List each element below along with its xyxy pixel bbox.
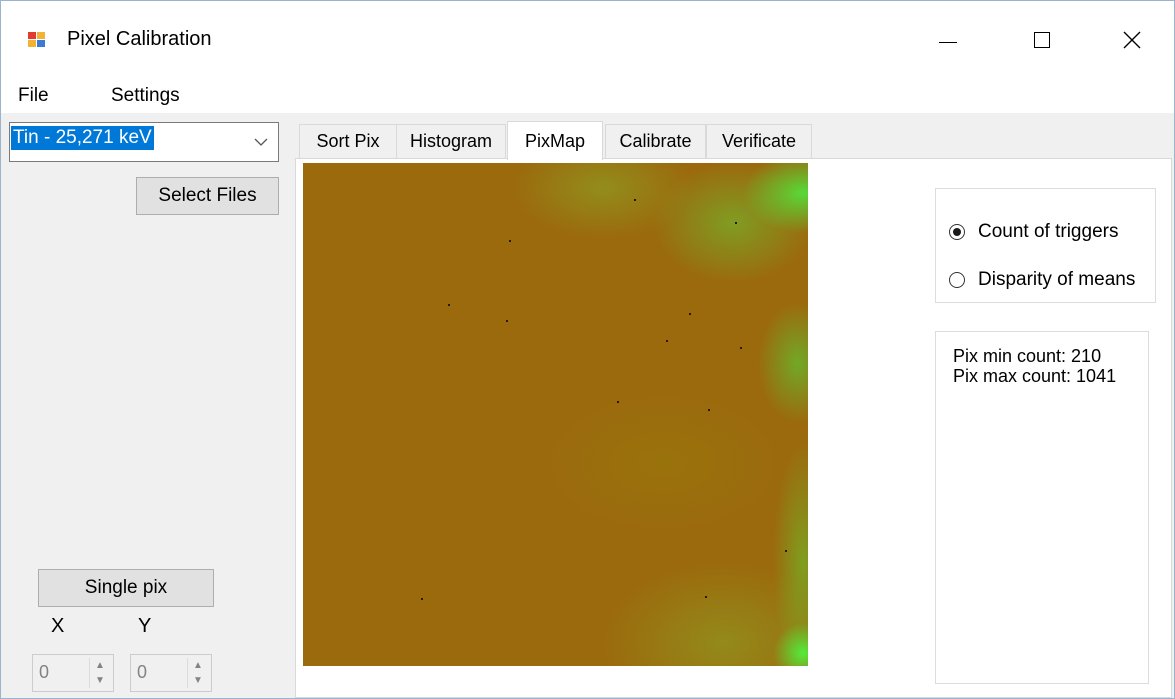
dead-pixel bbox=[421, 598, 423, 600]
minimize-icon bbox=[939, 41, 957, 43]
menu-settings[interactable]: Settings bbox=[111, 85, 180, 107]
down-arrow-icon[interactable]: ▼ bbox=[188, 673, 208, 688]
radio-selected-icon bbox=[949, 224, 965, 240]
maximize-icon bbox=[1034, 32, 1050, 48]
dead-pixel bbox=[708, 409, 710, 411]
menu-bar: File Settings bbox=[1, 79, 1174, 113]
window-title: Pixel Calibration bbox=[67, 28, 212, 50]
display-mode-group: Count of triggers Disparity of means bbox=[935, 188, 1156, 303]
tab-calibrate[interactable]: Calibrate bbox=[605, 124, 706, 158]
pix-max-count: Pix max count: 1041 bbox=[953, 366, 1117, 386]
up-arrow-icon[interactable]: ▲ bbox=[188, 658, 208, 673]
x-stepper[interactable]: 0 ▲ ▼ bbox=[32, 654, 114, 692]
x-stepper-value: 0 bbox=[39, 662, 50, 682]
dead-pixel bbox=[509, 240, 511, 242]
close-button[interactable] bbox=[1097, 15, 1167, 65]
source-select[interactable]: Tin - 25,271 keV bbox=[9, 122, 279, 162]
single-pix-button[interactable]: Single pix bbox=[38, 569, 214, 607]
tab-sort-pix[interactable]: Sort Pix bbox=[299, 124, 397, 158]
y-label: Y bbox=[138, 615, 152, 637]
dead-pixel bbox=[705, 596, 707, 598]
select-files-button[interactable]: Select Files bbox=[136, 177, 279, 215]
dead-pixel bbox=[740, 347, 742, 349]
radio-unselected-icon bbox=[949, 272, 965, 288]
y-stepper[interactable]: 0 ▲ ▼ bbox=[130, 654, 212, 692]
maximize-button[interactable] bbox=[1007, 15, 1077, 65]
radio-label: Count of triggers bbox=[978, 221, 1119, 242]
title-bar: Pixel Calibration bbox=[1, 1, 1174, 79]
y-stepper-value: 0 bbox=[137, 662, 148, 682]
radio-label: Disparity of means bbox=[978, 269, 1136, 290]
x-label: X bbox=[51, 615, 65, 637]
stats-panel: Pix min count: 210 Pix max count: 1041 bbox=[935, 331, 1149, 684]
dead-pixel bbox=[785, 550, 787, 552]
radio-disparity-of-means[interactable]: Disparity of means bbox=[949, 266, 1155, 294]
up-arrow-icon[interactable]: ▲ bbox=[90, 658, 110, 673]
chevron-down-icon bbox=[254, 138, 268, 146]
app-icon bbox=[28, 32, 46, 48]
dead-pixel bbox=[735, 222, 737, 224]
minimize-button[interactable] bbox=[913, 15, 983, 65]
menu-file[interactable]: File bbox=[18, 85, 49, 107]
source-select-value: Tin - 25,271 keV bbox=[11, 126, 154, 150]
down-arrow-icon[interactable]: ▼ bbox=[90, 673, 110, 688]
dead-pixel bbox=[666, 340, 668, 342]
tab-pixmap[interactable]: PixMap bbox=[507, 121, 603, 160]
tab-histogram[interactable]: Histogram bbox=[396, 124, 506, 158]
dead-pixel bbox=[634, 199, 636, 201]
dead-pixel bbox=[448, 304, 450, 306]
close-icon bbox=[1123, 31, 1141, 49]
dead-pixel bbox=[617, 401, 619, 403]
dead-pixel bbox=[689, 313, 691, 315]
pix-min-count: Pix min count: 210 bbox=[953, 346, 1102, 366]
tab-verificate[interactable]: Verificate bbox=[706, 124, 812, 158]
radio-count-of-triggers[interactable]: Count of triggers bbox=[949, 218, 1155, 246]
pixel-map-image[interactable] bbox=[303, 163, 808, 666]
dead-pixel bbox=[506, 320, 508, 322]
app-window: Pixel Calibration File Settings Tin - 25… bbox=[0, 0, 1175, 699]
